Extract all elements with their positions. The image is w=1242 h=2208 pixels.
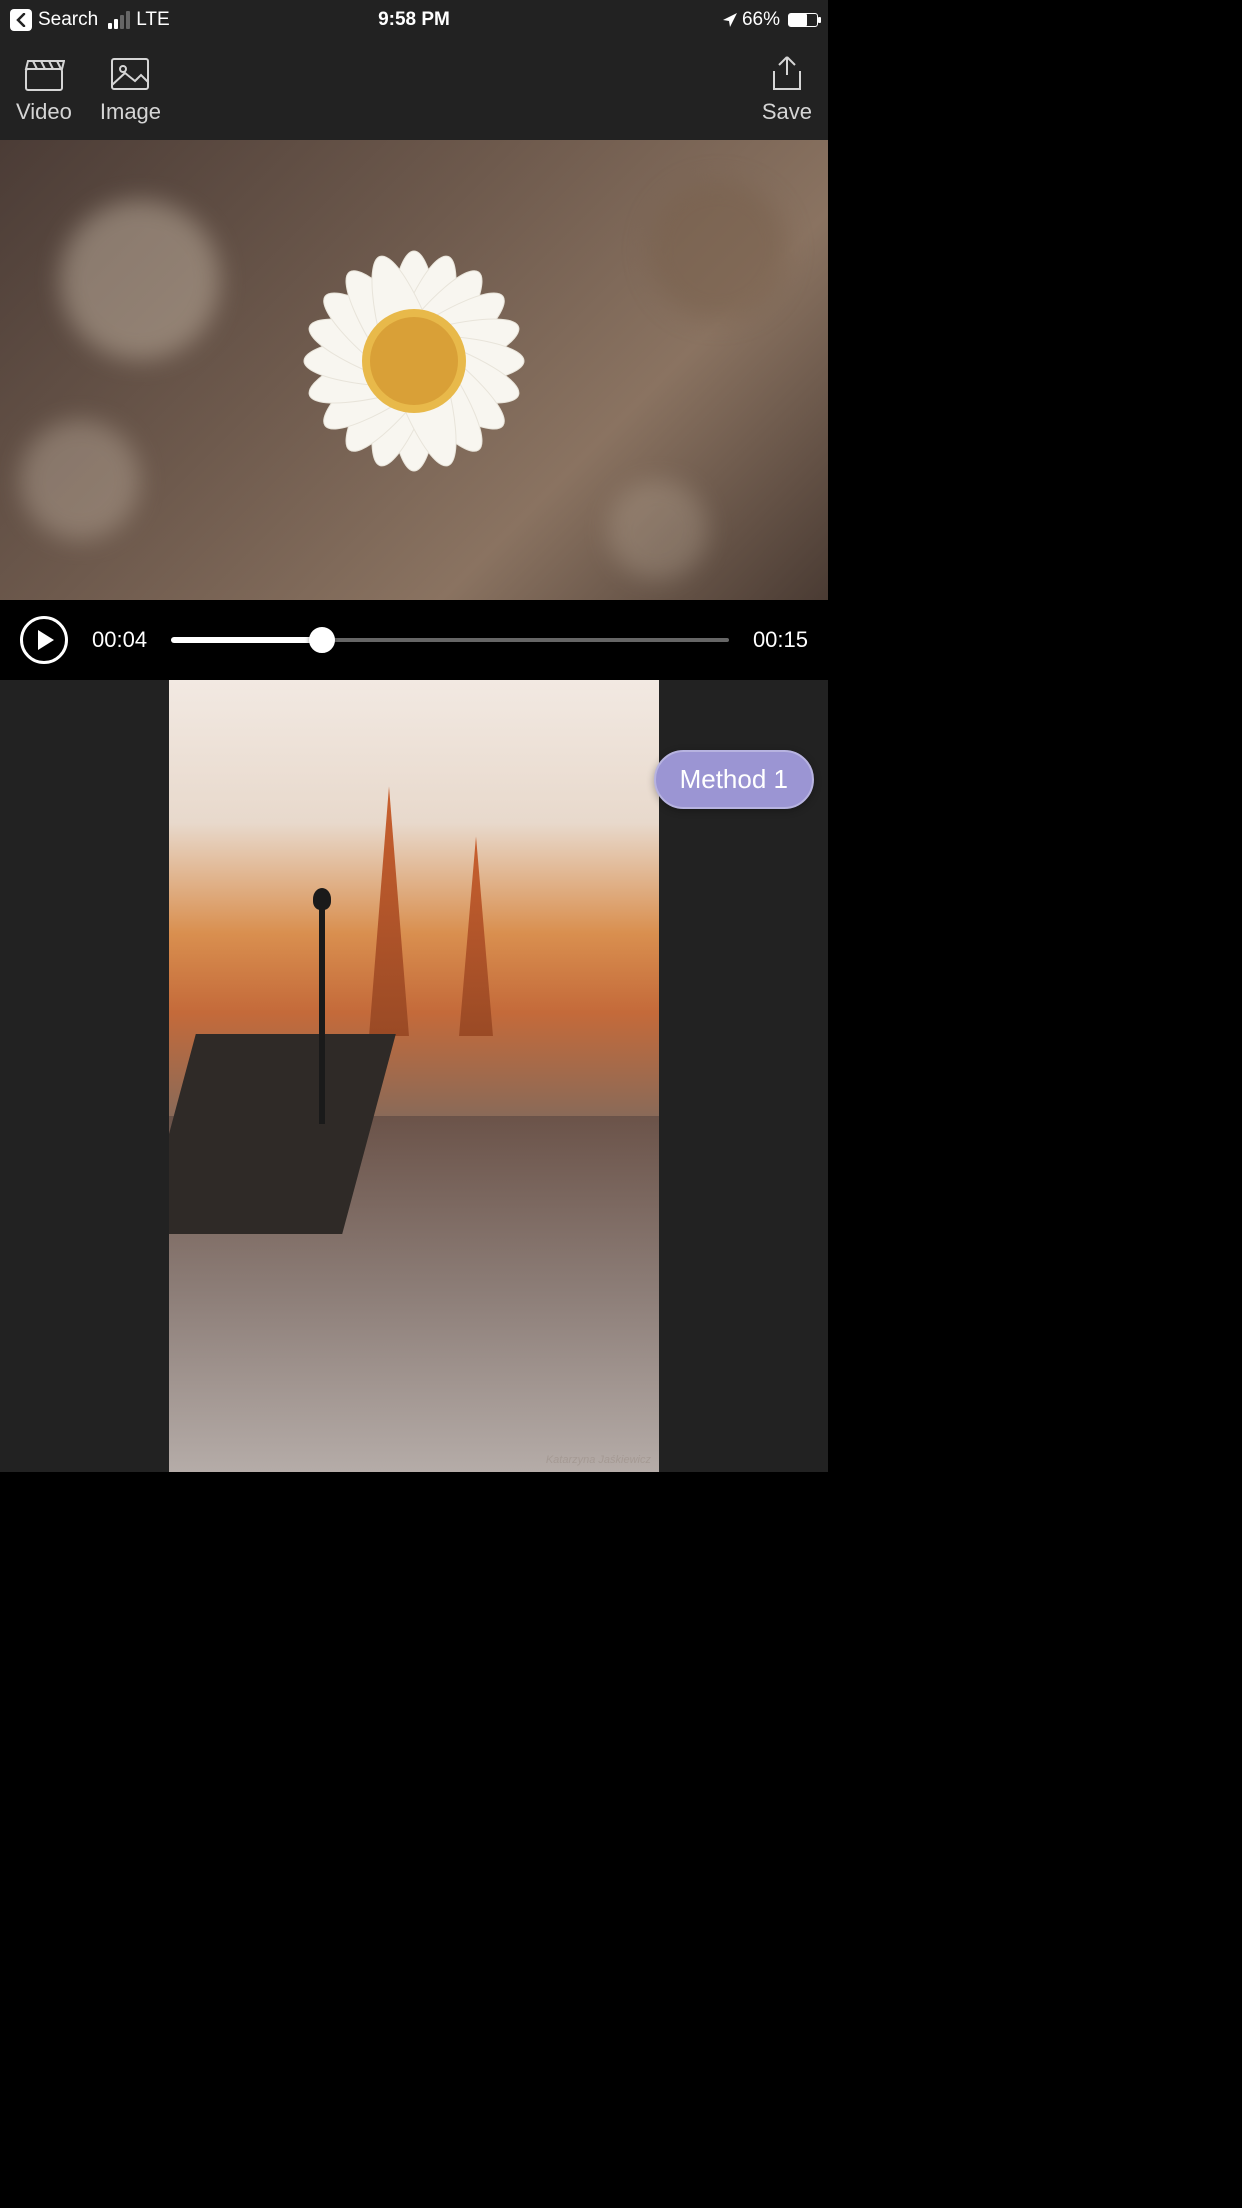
slider-fill — [171, 637, 322, 643]
battery-icon — [788, 13, 818, 27]
clapperboard-icon — [23, 55, 65, 93]
save-button[interactable]: Save — [762, 55, 812, 125]
video-preview[interactable] — [0, 140, 828, 600]
picture-icon — [109, 55, 151, 93]
slider-thumb[interactable] — [309, 627, 335, 653]
playback-controls: 00:04 00:15 — [0, 600, 828, 680]
play-button[interactable] — [20, 616, 68, 664]
play-icon — [38, 630, 54, 650]
back-to-search-button[interactable] — [10, 9, 32, 31]
video-label: Video — [16, 99, 72, 125]
battery-pct: 66% — [742, 9, 780, 31]
video-button[interactable]: Video — [16, 55, 72, 125]
image-area: Katarzyna Jaśkiewicz Method 1 — [0, 680, 828, 1472]
share-up-icon — [766, 55, 808, 93]
status-left: Search LTE — [10, 9, 279, 31]
image-button[interactable]: Image — [100, 55, 161, 125]
location-icon — [722, 12, 738, 28]
carrier-label: LTE — [136, 9, 169, 31]
clock: 9:58 PM — [279, 9, 548, 31]
daisy-flower-icon — [259, 206, 569, 516]
progress-slider[interactable] — [171, 637, 729, 643]
method-button[interactable]: Method 1 — [654, 750, 814, 809]
toolbar: Video Image Save — [0, 40, 828, 140]
selected-image[interactable]: Katarzyna Jaśkiewicz — [169, 680, 659, 1472]
status-bar: Search LTE 9:58 PM 66% — [0, 0, 828, 40]
image-label: Image — [100, 99, 161, 125]
back-label[interactable]: Search — [38, 9, 98, 31]
artist-credit: Katarzyna Jaśkiewicz — [546, 1454, 651, 1466]
total-time: 00:15 — [753, 627, 808, 653]
current-time: 00:04 — [92, 627, 147, 653]
save-label: Save — [762, 99, 812, 125]
status-right: 66% — [549, 9, 818, 31]
method-label: Method 1 — [680, 764, 788, 794]
signal-icon — [108, 11, 130, 29]
